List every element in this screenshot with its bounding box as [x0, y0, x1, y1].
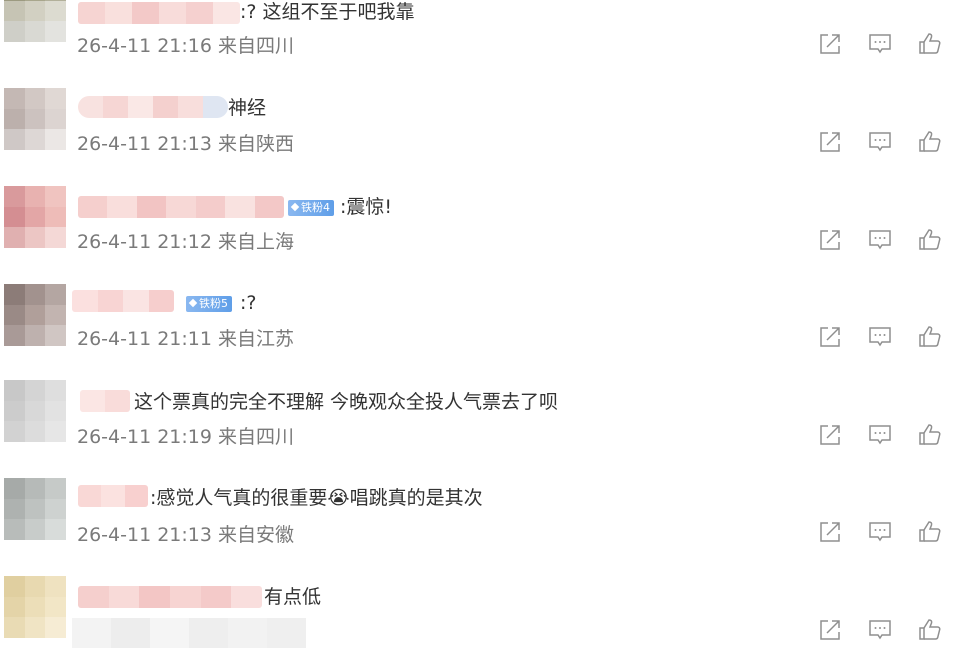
thumbs-up-icon[interactable]	[918, 325, 942, 349]
comment-time: 26-4-11 21:12	[77, 231, 212, 253]
username-blurred[interactable]	[78, 485, 148, 507]
comment-location: 来自上海	[217, 231, 294, 253]
comment-time: 26-4-11 21:13	[77, 524, 212, 546]
fan-level-badge[interactable]: 铁粉4	[288, 200, 334, 216]
comment-time: 26-4-11 21:13	[77, 133, 212, 155]
comment-item: 这个票真的完全不理解 今晚观众全投人气票去了呗 26-4-11 21:19 来自四…	[0, 352, 960, 448]
comment-item: 铁粉5 :? 26-4-11 21:11 来自江苏	[0, 256, 960, 352]
share-icon[interactable]	[818, 325, 842, 349]
username-blurred[interactable]	[78, 96, 228, 118]
comment-item: 神经 26-4-11 21:13 来自陕西	[0, 60, 960, 156]
comment-text: :感觉人气真的很重要😭唱跳真的是其次	[150, 487, 483, 509]
share-icon[interactable]	[818, 618, 842, 642]
comment-location: 来自四川	[217, 35, 294, 57]
comment-item: :? 这组不至于吧我靠 26-4-11 21:16 来自四川	[0, 0, 960, 60]
comment-item: :感觉人气真的很重要😭唱跳真的是其次 26-4-11 21:13 来自安徽	[0, 450, 960, 546]
comment-text: :震惊!	[340, 196, 393, 218]
comment-item: 有点低	[0, 548, 960, 648]
thumbs-up-icon[interactable]	[918, 228, 942, 252]
comment-actions	[818, 325, 944, 349]
comment-meta: 26-4-11 21:13 来自陕西	[77, 132, 294, 156]
comment-text: :? 这组不至于吧我靠	[240, 1, 415, 23]
comment-icon[interactable]	[868, 32, 892, 56]
thumbs-up-icon[interactable]	[918, 32, 942, 56]
avatar[interactable]	[4, 284, 66, 346]
thumbs-up-icon[interactable]	[918, 130, 942, 154]
username-blurred[interactable]	[78, 2, 240, 24]
comment-text: 有点低	[264, 586, 322, 608]
comment-actions	[818, 520, 944, 544]
comment-actions	[818, 423, 944, 447]
comment-actions	[818, 618, 944, 642]
diamond-icon	[290, 202, 300, 212]
comment-icon[interactable]	[868, 325, 892, 349]
comment-text: 神经	[228, 97, 267, 119]
comment-actions	[818, 130, 944, 154]
username-blurred[interactable]	[80, 390, 130, 412]
thumbs-up-icon[interactable]	[918, 520, 942, 544]
comment-location: 来自江苏	[217, 328, 294, 350]
comment-location: 来自安徽	[217, 524, 294, 546]
comment-text: 这个票真的完全不理解 今晚观众全投人气票去了呗	[134, 391, 559, 413]
comment-meta: 26-4-11 21:11 来自江苏	[77, 327, 294, 351]
comment-location: 来自陕西	[217, 133, 294, 155]
username-blurred[interactable]	[72, 290, 174, 312]
comment-meta: 26-4-11 21:12 来自上海	[77, 230, 294, 254]
thumbs-up-icon[interactable]	[918, 618, 942, 642]
thumbs-up-icon[interactable]	[918, 423, 942, 447]
comment-icon[interactable]	[868, 228, 892, 252]
comment-icon[interactable]	[868, 618, 892, 642]
avatar[interactable]	[4, 0, 66, 42]
diamond-icon	[188, 298, 198, 308]
comment-meta: 26-4-11 21:19 来自四川	[77, 425, 294, 449]
avatar[interactable]	[4, 478, 66, 540]
avatar[interactable]	[4, 576, 66, 638]
comment-list: :? 这组不至于吧我靠 26-4-11 21:16 来自四川 神经 26-4-1…	[0, 0, 960, 653]
comment-meta: 26-4-11 21:13 来自安徽	[77, 523, 294, 547]
share-icon[interactable]	[818, 130, 842, 154]
comment-meta: 26-4-11 21:16 来自四川	[77, 34, 294, 58]
comment-item: 铁粉4 :震惊! 26-4-11 21:12 来自上海	[0, 158, 960, 254]
comment-location: 来自四川	[217, 426, 294, 448]
comment-time: 26-4-11 21:19	[77, 426, 212, 448]
username-blurred[interactable]	[78, 586, 262, 608]
comment-actions	[818, 228, 944, 252]
avatar[interactable]	[4, 380, 66, 442]
comment-icon[interactable]	[868, 520, 892, 544]
share-icon[interactable]	[818, 520, 842, 544]
avatar[interactable]	[4, 186, 66, 248]
comment-text: :?	[240, 292, 257, 314]
fan-level-badge[interactable]: 铁粉5	[186, 296, 232, 312]
share-icon[interactable]	[818, 423, 842, 447]
username-blurred[interactable]	[78, 196, 284, 218]
share-icon[interactable]	[818, 32, 842, 56]
comment-time: 26-4-11 21:11	[77, 328, 212, 350]
share-icon[interactable]	[818, 228, 842, 252]
avatar[interactable]	[4, 88, 66, 150]
comment-icon[interactable]	[868, 423, 892, 447]
comment-meta-blurred	[72, 618, 306, 648]
comment-actions	[818, 32, 944, 56]
comment-time: 26-4-11 21:16	[77, 35, 212, 57]
comment-icon[interactable]	[868, 130, 892, 154]
